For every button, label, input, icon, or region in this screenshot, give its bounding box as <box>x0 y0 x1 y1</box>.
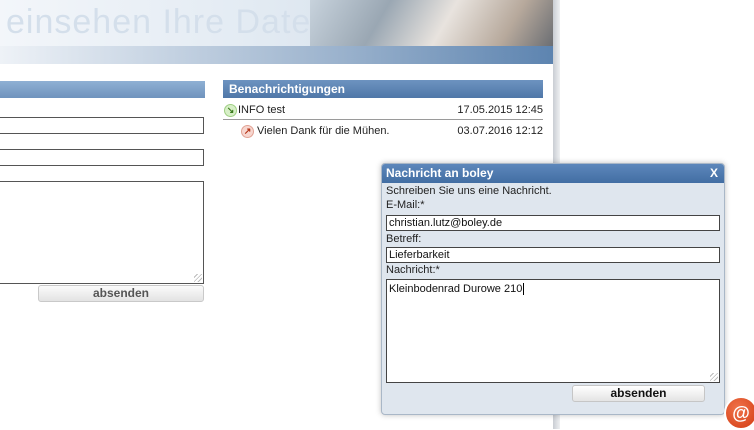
banner-text: einsehen Ihre Daten <box>6 3 332 41</box>
header-banner: einsehen Ihre Daten <box>0 0 553 46</box>
close-button[interactable]: X <box>710 164 718 183</box>
left-send-button[interactable]: absenden <box>38 285 204 302</box>
subject-label: Betreff: <box>386 233 422 245</box>
resize-grip-icon[interactable] <box>710 373 718 381</box>
left-message-textarea[interactable] <box>0 181 204 284</box>
message-text: Kleinbodenrad Durowe 210 <box>389 283 523 295</box>
notification-date: 03.07.2016 12:12 <box>457 125 543 137</box>
left-form-header <box>0 81 205 98</box>
arrow-down-right-icon: ↘ <box>224 104 237 117</box>
subject-field[interactable]: Lieferbarkeit <box>386 247 720 263</box>
notification-row[interactable]: ↗ Vielen Dank für die Mühen. 03.07.2016 … <box>223 122 543 140</box>
banner-photo <box>310 0 553 46</box>
email-field[interactable]: christian.lutz@boley.de <box>386 215 720 231</box>
resize-grip-icon[interactable] <box>194 274 202 282</box>
message-dialog: Nachricht an boley X Schreiben Sie uns e… <box>381 163 725 415</box>
send-button[interactable]: absenden <box>572 385 705 402</box>
arrow-up-right-icon: ↗ <box>241 125 254 138</box>
email-label: E-Mail:* <box>386 199 425 211</box>
notification-title[interactable]: Vielen Dank für die Mühen. <box>257 122 390 140</box>
contact-badge-icon[interactable]: @ <box>724 396 754 430</box>
header-strip <box>0 46 553 64</box>
message-textarea[interactable]: Kleinbodenrad Durowe 210 <box>386 279 720 383</box>
dialog-titlebar[interactable]: Nachricht an boley X <box>382 164 724 183</box>
notifications-header: Benachrichtigungen <box>223 80 543 98</box>
notification-date: 17.05.2015 12:45 <box>457 104 543 116</box>
dialog-title: Nachricht an boley <box>386 166 494 180</box>
dialog-intro: Schreiben Sie uns eine Nachricht. <box>386 185 552 197</box>
notification-row[interactable]: ↘ INFO test 17.05.2015 12:45 <box>223 101 543 120</box>
text-caret <box>523 283 525 296</box>
message-label: Nachricht:* <box>386 264 440 276</box>
notification-title[interactable]: INFO test <box>238 101 285 119</box>
left-email-input[interactable] <box>0 117 204 134</box>
left-subject-input[interactable] <box>0 149 204 166</box>
